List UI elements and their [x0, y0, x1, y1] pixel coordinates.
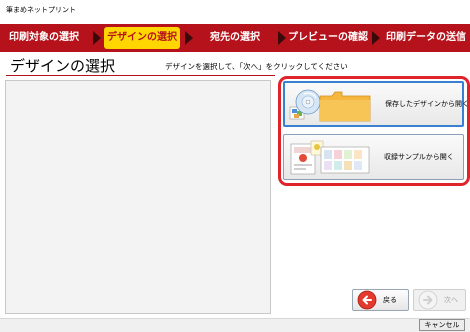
- design-preview-area: [5, 80, 271, 314]
- disc-folder-icon: [289, 89, 371, 122]
- next-button[interactable]: 次へ: [413, 289, 466, 311]
- open-sample-label: 収録サンプルから開く: [384, 153, 454, 161]
- open-saved-design-button[interactable]: 保存したデザインから開く: [283, 81, 469, 127]
- back-arrow-icon: [357, 290, 377, 310]
- step-arrow-icon: [93, 31, 101, 45]
- step-arrow-icon: [372, 31, 380, 45]
- step-print-target: 印刷対象の選択: [9, 32, 79, 43]
- back-button-label: 戻る: [383, 296, 397, 304]
- next-button-label: 次へ: [444, 296, 458, 304]
- step-arrow-icon: [278, 31, 286, 45]
- back-button[interactable]: 戻る: [352, 289, 409, 311]
- step-address-select: 宛先の選択: [210, 32, 260, 43]
- step-send-data: 印刷データの送信: [386, 32, 466, 43]
- step-design-select: デザインの選択: [104, 27, 180, 49]
- sample-catalog-icon: [290, 140, 370, 175]
- step-arrow-icon: [185, 31, 193, 45]
- window-title: 筆まめネットプリント: [0, 0, 470, 20]
- instruction-text: デザインを選択して、「次へ」をクリックしてください: [165, 62, 348, 71]
- open-saved-design-label: 保存したデザインから開く: [385, 100, 469, 108]
- page-title: デザインの選択: [10, 57, 116, 75]
- bottom-bar: [0, 318, 470, 332]
- cancel-button[interactable]: キャンセル: [419, 319, 465, 331]
- step-preview-check: プレビューの確認: [288, 32, 368, 43]
- open-sample-button[interactable]: 収録サンプルから開く: [283, 134, 464, 180]
- step-progress-bar: 印刷対象の選択 デザインの選択 宛先の選択 プレビューの確認 印刷データの送信: [0, 24, 470, 52]
- next-arrow-icon: [418, 290, 438, 310]
